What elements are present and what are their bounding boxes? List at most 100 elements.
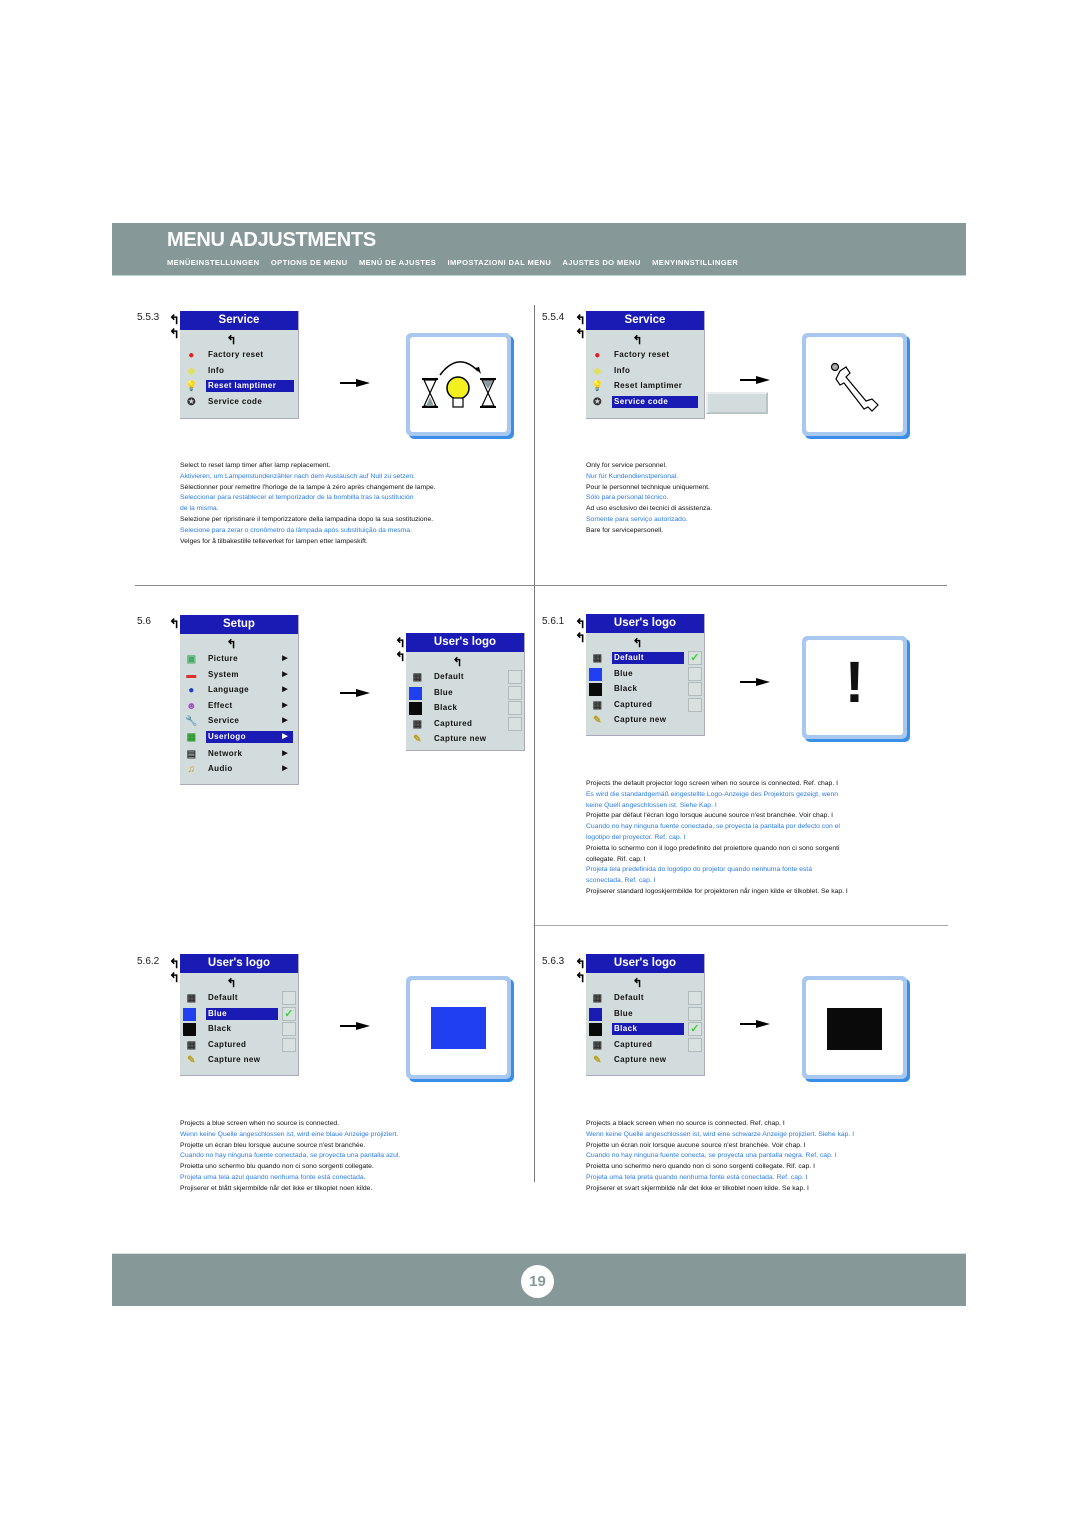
menu-item-blue[interactable]: Blue ✓ [180, 1006, 298, 1023]
menu-item-reset-lamptimer[interactable]: 💡 Reset lamptimer [586, 379, 704, 395]
checkbox[interactable] [688, 991, 702, 1005]
arrow-right-icon [740, 678, 770, 686]
checkbox[interactable] [688, 1037, 702, 1052]
menu-item-info[interactable]: ◆ Info [586, 364, 704, 380]
hourglass-lamp-icon [422, 361, 496, 408]
menu-item-blue[interactable]: Blue [586, 666, 704, 683]
desc-line-en: Projects the default projector logo scre… [586, 780, 839, 787]
menu-item-label: Capture new [434, 734, 487, 743]
desc-line-fr: Projette un écran bleu lorsque aucune so… [180, 1141, 366, 1149]
section-number: 5.6.1 [542, 616, 565, 627]
menu-item-factory-reset[interactable]: ● Factory reset [586, 348, 704, 364]
checkbox[interactable] [282, 1037, 296, 1052]
menu-item-label: Black [208, 1024, 232, 1033]
back-arrow-icon[interactable]: ↰ [571, 633, 704, 651]
checkbox[interactable] [688, 666, 702, 681]
desc-line-fr: Pour le personnel technique uniquement. [586, 483, 710, 491]
menu-item-network[interactable]: ▤ Network ▶ [180, 747, 298, 763]
menu-item-label: Black [612, 1023, 684, 1035]
menu-item-blue[interactable]: Blue [406, 685, 524, 702]
desc-line-de: Aktivieren, um Lampenstundenzähler nach … [180, 472, 416, 480]
desc-line-fr: Projette un écran noir lorsque aucune so… [586, 1141, 806, 1149]
page-title: MENU ADJUSTMENTS [167, 229, 376, 251]
menu-item-black[interactable]: Black ✓ [586, 1022, 704, 1038]
back-arrow-icon[interactable]: ↰ [571, 973, 704, 991]
back-arrow-icon[interactable]: ↰ [165, 330, 298, 348]
service-menu: Service ↰ ● Factory reset ◆ Info 💡 Reset… [586, 311, 705, 419]
menu-item-effect[interactable]: ☻ Effect ▶ [180, 699, 298, 715]
users-logo-submenu: User's logo ↰ ▦ Default Blue Black ▦ Cap… [406, 633, 525, 751]
desc-line-es: Seleccionar para restablecer el temporiz… [180, 494, 414, 502]
picture-icon: ▣ [186, 654, 197, 665]
menu-item-default[interactable]: ▦ Default [586, 991, 704, 1007]
menu-item-captured[interactable]: ▦ Captured [586, 1037, 704, 1054]
menu-item-label: Blue [434, 687, 453, 697]
menu-item-label: Service code [612, 395, 698, 408]
menu-item-audio[interactable]: ♫ Audio ▶ [180, 762, 298, 778]
menu-item-blue[interactable]: Blue [586, 1006, 704, 1023]
checkbox[interactable] [508, 701, 522, 715]
submenu-arrow-icon: ▶ [282, 717, 288, 724]
menu-item-service-code[interactable]: ✪ Service code [180, 395, 298, 411]
submenu-arrow-icon: ▶ [282, 655, 288, 662]
menu-item-default[interactable]: ▦ Default [180, 991, 298, 1007]
menu-item-language[interactable]: ● Language ▶ [180, 683, 298, 699]
desc-line-fr: Projette par défaut l'écran logo lorsque… [586, 812, 834, 820]
checkbox[interactable] [688, 682, 702, 696]
desc-line-pt: Projeta uma tela preta quando nenhuma fo… [586, 1173, 808, 1181]
checkbox-checked[interactable]: ✓ [282, 1006, 296, 1021]
menu-item-reset-lamptimer[interactable]: 💡 Reset lamptimer [180, 379, 298, 395]
menu-item-captured[interactable]: ▦ Captured [406, 716, 524, 733]
checkbox[interactable] [508, 670, 522, 684]
menu-item-black[interactable]: Black [586, 682, 704, 698]
service-preview [802, 333, 907, 436]
subtitle-translations: MENÜEINSTELLUNGEN OPTIONS DE MENU MENÚ D… [167, 258, 747, 267]
menu-item-captured[interactable]: ▦ Captured [180, 1037, 298, 1054]
desc-line-en: Projects a black screen when no source i… [586, 1120, 785, 1127]
checkbox-checked[interactable]: ✓ [688, 1022, 702, 1036]
back-arrow-icon[interactable]: ↰ [165, 973, 298, 991]
menu-item-label: Blue [206, 1007, 278, 1020]
back-arrow-icon[interactable]: ↰ [571, 330, 704, 348]
menu-item-black[interactable]: Black [180, 1022, 298, 1038]
menu-item-capture-new[interactable]: ✎ Capture new [180, 1053, 298, 1069]
desc-line-de: Wenn keine Quelle angeschlossen ist, wir… [180, 1130, 399, 1138]
submenu-arrow-icon: ▶ [282, 701, 288, 709]
userlogo-icon: ▦ [186, 731, 197, 743]
desc-line-it: collegate. Rif. cap. I [586, 855, 646, 863]
back-arrow-icon: ↰ [575, 312, 586, 327]
checkbox[interactable] [688, 697, 702, 712]
menu-item-service-code[interactable]: ✪ Service code [586, 395, 704, 411]
section-number: 5.5.4 [542, 312, 565, 323]
lamp-icon: 💡 [185, 381, 198, 392]
menu-item-capture-new[interactable]: ✎ Capture new [406, 732, 524, 748]
network-icon: ▤ [186, 748, 197, 760]
checkbox[interactable] [508, 685, 522, 700]
captured-screen-icon: ▦ [592, 1039, 603, 1051]
menu-item-userlogo[interactable]: ▦ Userlogo ▶ [180, 730, 298, 747]
menu-item-captured[interactable]: ▦ Captured [586, 697, 704, 714]
menu-item-service[interactable]: 🔧 Service ▶ [180, 714, 298, 730]
checkbox[interactable] [688, 1006, 702, 1021]
menu-item-factory-reset[interactable]: ● Factory reset [180, 348, 298, 364]
menu-item-label: Effect [208, 700, 233, 710]
menu-item-default[interactable]: ▦ Default [406, 670, 524, 686]
checkbox[interactable] [282, 991, 296, 1005]
checkbox[interactable] [282, 1022, 296, 1036]
menu-item-capture-new[interactable]: ✎ Capture new [586, 713, 704, 729]
back-arrow-icon: ↰ [169, 312, 180, 327]
back-arrow-icon[interactable]: ↰ [165, 634, 298, 652]
desc-line-it: Proietta uno schermo nero quando non ci … [586, 1163, 815, 1171]
checkbox[interactable] [508, 716, 522, 731]
menu-item-picture[interactable]: ▣ Picture ▶ [180, 652, 298, 668]
service-code-input[interactable] [706, 392, 768, 414]
menu-item-system[interactable]: ▬ System ▶ [180, 668, 298, 684]
menu-item-capture-new[interactable]: ✎ Capture new [586, 1053, 704, 1069]
black-swatch-icon [183, 1023, 196, 1036]
description-5-5-4: Only for service personnel. Nur für Kund… [586, 461, 712, 537]
menu-item-black[interactable]: Black [406, 701, 524, 717]
menu-item-default[interactable]: ▦ Default ✓ [586, 651, 704, 667]
checkbox-checked[interactable]: ✓ [688, 651, 702, 665]
back-arrow-icon[interactable]: ↰ [391, 652, 524, 670]
menu-item-info[interactable]: ◆ Info [180, 364, 298, 380]
